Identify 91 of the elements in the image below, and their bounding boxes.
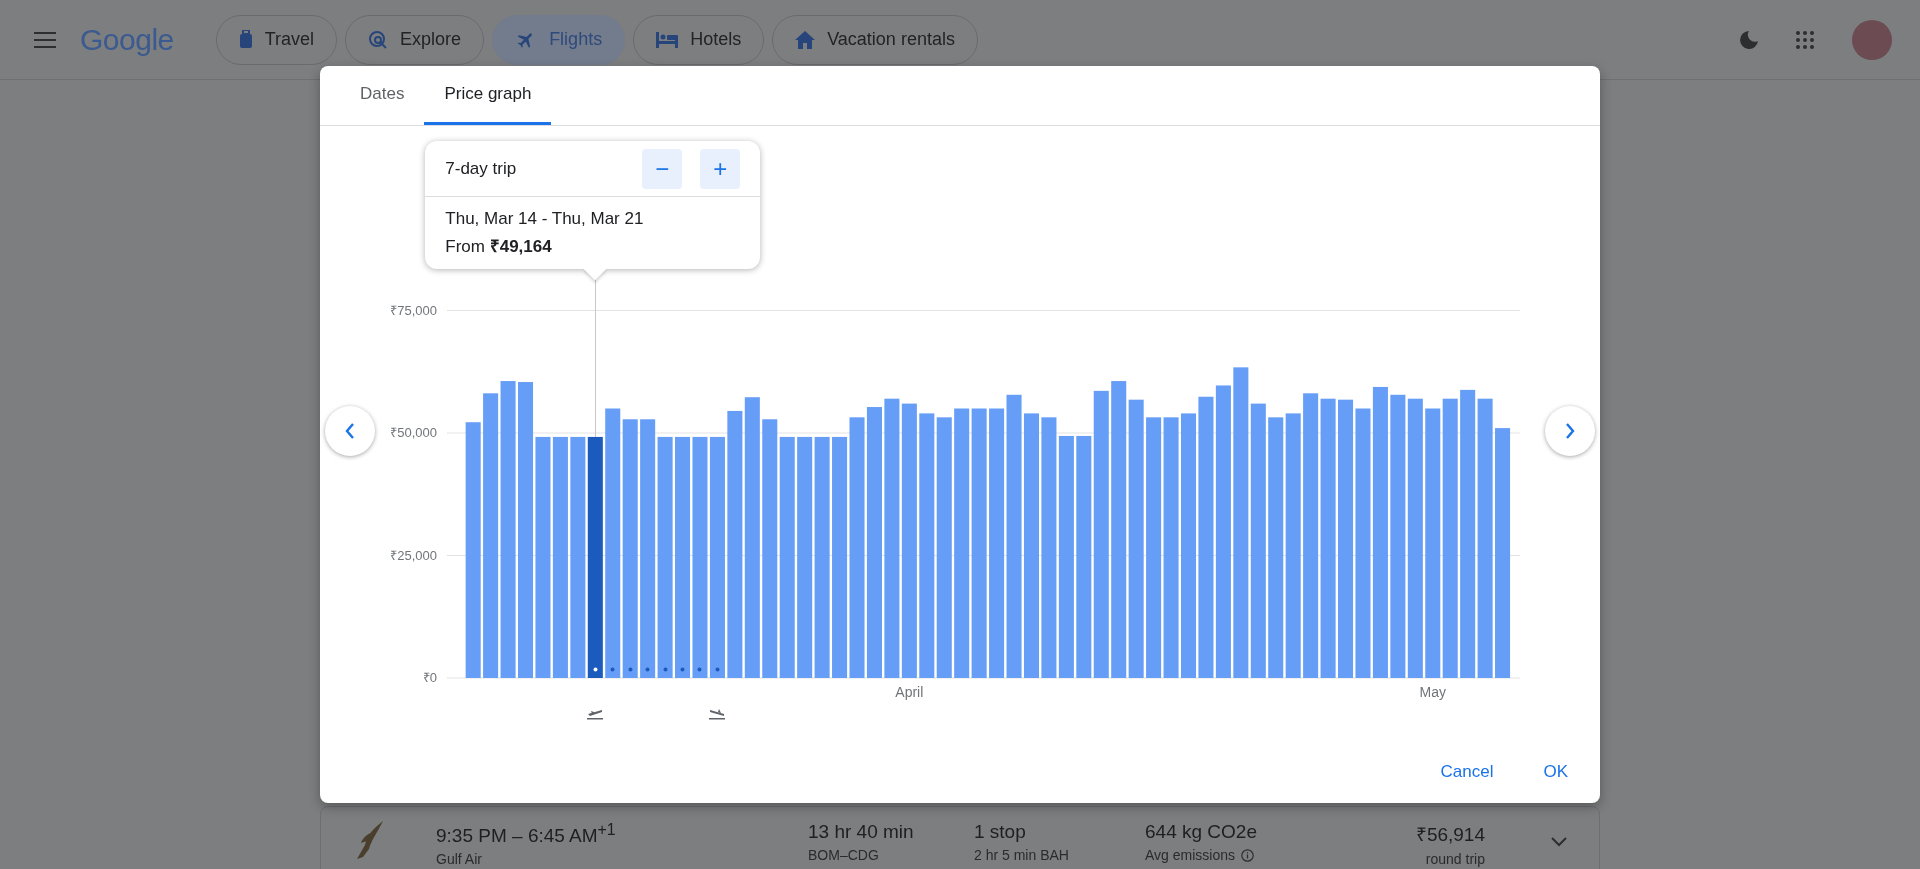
bed-icon [656,31,679,48]
price-bar[interactable] [971,408,987,678]
price-bar[interactable] [1372,386,1388,678]
house-icon [795,30,816,49]
price-bar[interactable] [570,436,586,678]
price-bar[interactable] [552,436,568,678]
price-bar[interactable] [727,410,743,678]
increase-button[interactable]: + [700,148,741,189]
stops-text: 1 stop [974,821,1027,843]
dialog-tab[interactable]: Price graph [424,66,552,125]
trip-price: From ₹49,164 [445,236,553,257]
price-bar[interactable] [989,408,1005,678]
trip-duration: 7-day trip [445,158,517,179]
nav-chip[interactable]: Hotels [633,14,765,65]
price-bar[interactable] [1303,393,1319,678]
info-icon[interactable] [1241,848,1254,862]
price-bar[interactable] [814,436,830,678]
price-bar[interactable] [901,403,917,678]
ok-button[interactable]: OK [1533,753,1578,790]
price-bar[interactable] [1128,399,1144,678]
price-bar[interactable] [483,393,499,678]
price-bar[interactable] [779,436,795,678]
price-bar[interactable] [744,397,760,678]
price-bar[interactable] [954,408,970,678]
price-bar[interactable] [1250,403,1266,678]
price-bar[interactable] [1146,417,1162,678]
price-bar[interactable] [465,422,481,678]
y-axis-label: ₹0 [422,670,437,685]
flight-duration: 13 hr 40 min [808,821,914,843]
avatar[interactable] [1852,19,1892,60]
flight-row[interactable]: 9:35 PM – 6:45 AM$^{+1}$ Gulf Air 13 hr 40 min BOM–CDG 1 stop 2 hr 5 min BAH 644 kg CO2e Avg emissions ₹56,914 round trip [320,806,1600,869]
luggage-icon [238,29,253,50]
price-bar[interactable] [1023,413,1039,678]
globe-search-icon [368,29,389,50]
next-button[interactable] [1545,406,1595,456]
price-bar[interactable] [1285,413,1301,678]
dialog-tab[interactable]: Dates [340,66,425,125]
price-bar[interactable] [518,382,534,678]
price-bar[interactable] [1495,428,1511,678]
chevron-down-icon[interactable] [1551,837,1567,847]
price-bar[interactable] [1058,435,1074,678]
chevron-left-icon [345,423,355,439]
price-bar[interactable] [1442,398,1458,678]
price-bar[interactable] [832,436,848,678]
flight-price: ₹56,914 [1415,823,1485,847]
decrease-button[interactable]: − [642,148,683,189]
price-bar[interactable] [1390,394,1406,678]
nav-chip[interactable]: Vacation rentals [772,14,978,65]
price-bar[interactable] [936,417,952,678]
price-bar[interactable] [866,407,882,678]
price-bar[interactable] [1425,408,1441,678]
x-axis-label: May [1419,684,1446,700]
price-bar[interactable] [919,413,935,678]
price-bar[interactable] [797,436,813,678]
price-bar[interactable] [587,436,603,678]
route-text: BOM–CDG [808,847,880,863]
y-axis-label: ₹50,000 [390,425,437,440]
airline-name: Gulf Air [436,851,483,868]
price-note: round trip [1425,851,1485,867]
x-axis-label: April [895,684,924,700]
nav-chip[interactable]: Flights [492,14,626,65]
price-bar[interactable] [1076,435,1092,678]
price-bar[interactable] [1460,389,1476,678]
flight-times: 9:35 PM – 6:45 AM$^{+1}$ [436,821,616,848]
trip-dates: Thu, Mar 14 - Thu, Mar 21 [445,209,645,229]
layover-text: 2 hr 5 min BAH [974,847,1069,863]
price-bar[interactable] [675,436,691,678]
price-bar[interactable] [1181,413,1197,678]
menu-icon[interactable] [34,31,56,48]
chevron-right-icon [1565,423,1575,439]
price-bar[interactable] [1338,399,1354,678]
price-bar[interactable] [1233,367,1249,678]
nav-chip[interactable]: Explore [345,14,485,65]
price-bar[interactable] [1215,385,1231,678]
price-bar[interactable] [762,419,778,678]
price-bar[interactable] [1093,390,1109,678]
price-bar[interactable] [640,419,656,678]
price-bar[interactable] [1268,417,1284,678]
price-bar[interactable] [1111,381,1127,678]
price-bar[interactable] [709,436,725,678]
emissions-text: 644 kg CO2e [1145,821,1257,843]
price-bar[interactable] [622,419,638,678]
emissions-note: Avg emissions [1145,847,1235,863]
price-bar[interactable] [1407,398,1423,678]
apps-grid-icon[interactable] [1796,30,1814,49]
cancel-button[interactable]: Cancel [1430,753,1504,790]
dark-mode-icon[interactable] [1740,30,1758,49]
y-axis-label: ₹75,000 [390,302,437,318]
price-bar[interactable] [605,408,621,678]
previous-button[interactable] [325,406,375,456]
y-axis-label: ₹25,000 [390,547,437,563]
